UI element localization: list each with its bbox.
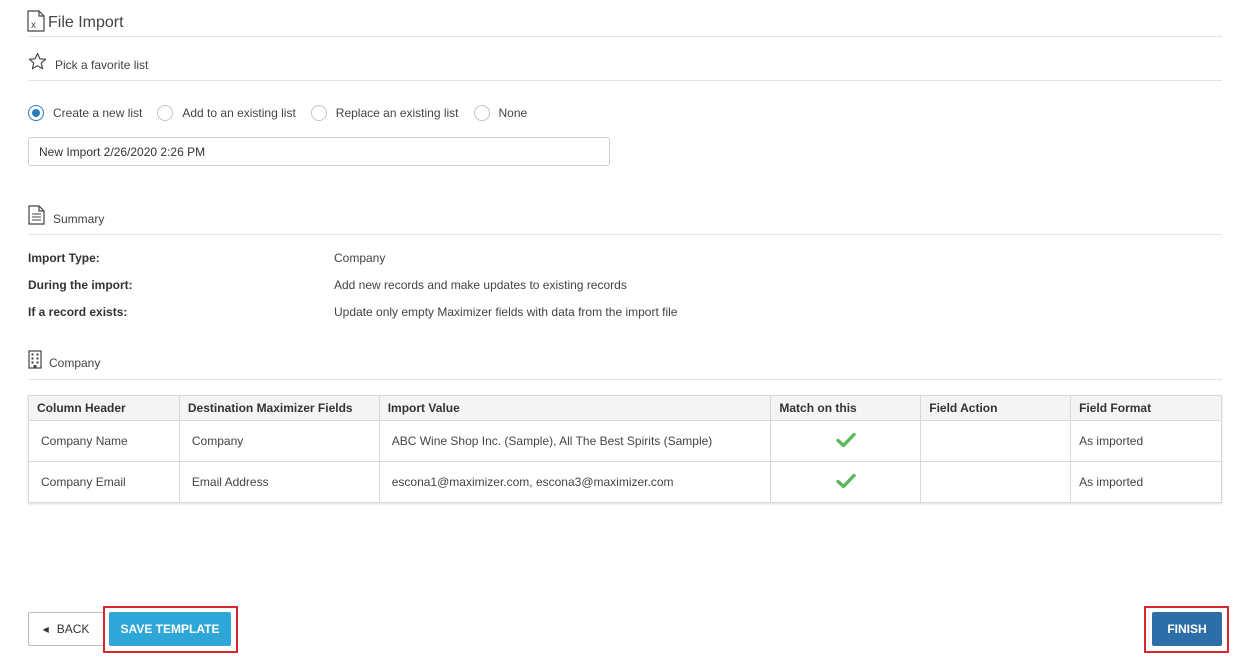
radio-label: Add to an existing list [182,106,296,120]
table-row[interactable]: Company Email Email Address escona1@maxi… [28,461,1222,503]
favorite-section-label: Pick a favorite list [55,57,149,72]
radio-add-existing-list[interactable]: Add to an existing list [157,105,296,121]
radio-button[interactable] [28,105,44,121]
summary-value: Add new records and make updates to exis… [334,278,627,292]
checkmark-icon[interactable] [836,432,856,451]
radio-create-new-list[interactable]: Create a new list [28,105,142,121]
cell-column-header: Company Name [28,420,180,462]
cell-import-value: ABC Wine Shop Inc. (Sample), All The Bes… [378,420,772,462]
star-icon [28,52,47,74]
divider [28,80,1222,81]
summary-value: Company [334,251,386,265]
cell-match[interactable] [770,461,922,503]
page-header: x File Import [27,9,124,37]
back-button-label: BACK [56,622,90,636]
divider [28,379,1222,380]
column-header[interactable]: Match on this [770,395,922,421]
radio-label: Replace an existing list [335,106,459,120]
divider [28,234,1222,235]
company-section-title: Company [28,350,100,372]
cell-match[interactable] [770,420,922,462]
finish-button[interactable]: FINISH [1152,612,1222,646]
list-name-input[interactable] [28,137,610,166]
document-icon [28,205,45,228]
cell-field-action[interactable] [920,420,1072,462]
table-row[interactable]: Company Name Company ABC Wine Shop Inc. … [28,420,1222,462]
page-title: File Import [48,14,124,31]
column-header[interactable]: Field Format [1070,395,1222,421]
column-header[interactable]: Field Action [920,395,1072,421]
cell-destination[interactable]: Company [178,420,380,462]
cell-destination[interactable]: Email Address [178,461,380,503]
company-section-label: Company [49,356,101,370]
favorite-section-title: Pick a favorite list [28,52,148,74]
checkmark-icon[interactable] [836,473,856,492]
table-header-row: Column Header Destination Maximizer Fiel… [28,395,1222,421]
radio-none[interactable]: None [473,105,528,121]
list-option-group: Create a new list Add to an existing lis… [28,105,542,121]
cell-column-header: Company Email [28,461,180,503]
radio-label: None [498,106,528,120]
divider [28,36,1222,37]
summary-label: Import Type: [28,251,100,265]
cell-field-format[interactable]: As imported [1070,420,1222,462]
building-icon [28,350,42,372]
column-header[interactable]: Import Value [378,395,772,421]
svg-text:x: x [31,20,36,31]
field-mapping-table: Column Header Destination Maximizer Fiel… [28,395,1222,503]
radio-button[interactable] [310,105,327,121]
radio-replace-existing-list[interactable]: Replace an existing list [310,105,459,121]
caret-left-icon: ◀ [42,624,49,634]
radio-button[interactable] [473,105,490,121]
summary-label: If a record exists: [28,305,128,319]
cell-field-action[interactable] [920,461,1072,503]
cell-import-value: escona1@maximizer.com, escona3@maximizer… [378,461,772,503]
radio-label: Create a new list [53,106,143,120]
cell-field-format[interactable]: As imported [1070,461,1222,503]
excel-file-icon: x [27,9,45,37]
summary-section-label: Summary [53,211,105,226]
summary-label: During the import: [28,278,133,292]
column-header[interactable]: Destination Maximizer Fields [178,395,380,421]
radio-button[interactable] [157,105,174,121]
save-template-button[interactable]: SAVE TEMPLATE [109,612,231,646]
back-button[interactable]: ◀ BACK [28,612,104,646]
column-header[interactable]: Column Header [28,395,180,421]
summary-section-title: Summary [28,205,104,228]
summary-value: Update only empty Maximizer fields with … [334,305,678,319]
